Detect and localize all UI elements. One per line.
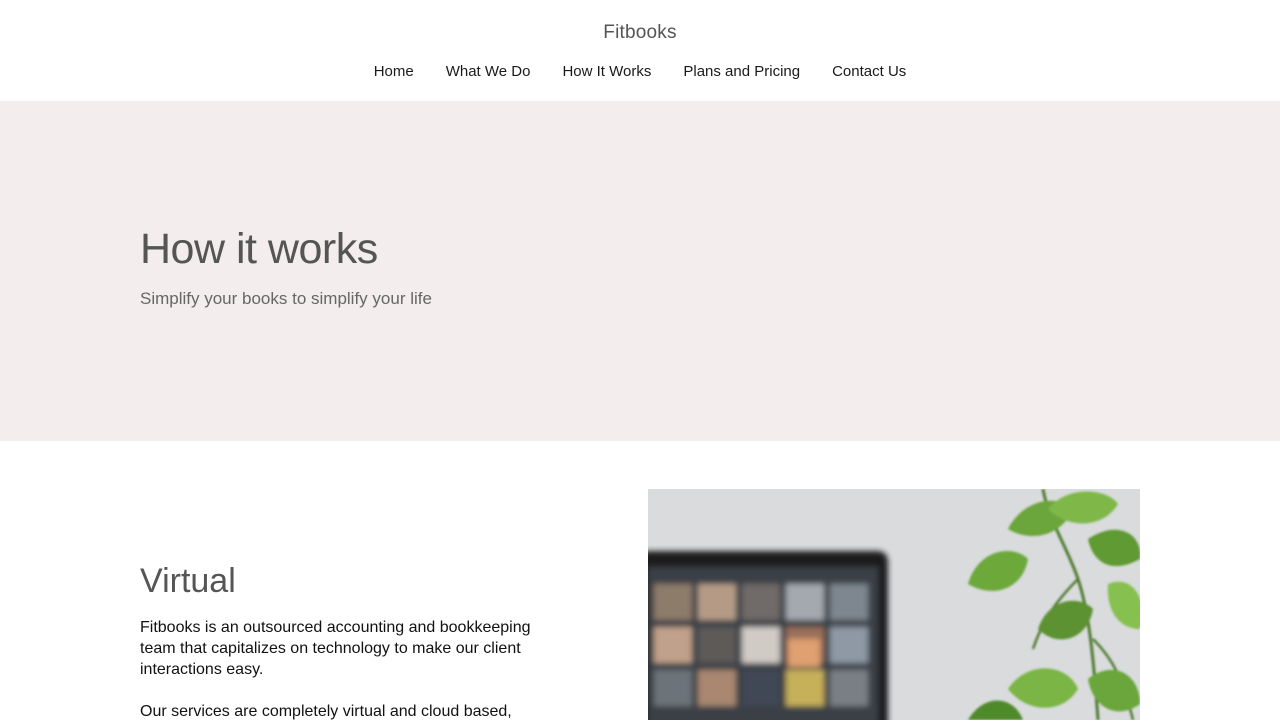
nav-item-what-we-do[interactable]: What We Do	[446, 62, 531, 82]
main-nav: Home What We Do How It Works Plans and P…	[0, 62, 1280, 82]
section-paragraph: Fitbooks is an outsourced accounting and…	[140, 619, 531, 678]
site-header: Fitbooks Home What We Do How It Works Pl…	[0, 0, 1280, 101]
nav-item-how-it-works[interactable]: How It Works	[562, 62, 651, 82]
nav-item-plans-and-pricing[interactable]: Plans and Pricing	[683, 62, 800, 82]
site-title-link[interactable]: Fitbooks	[0, 22, 1280, 44]
hero-title: How it works	[140, 225, 378, 273]
laptop-video-call-with-plant-photo-icon	[648, 489, 1140, 720]
nav-item-home[interactable]: Home	[374, 62, 414, 82]
video-call-photo	[648, 489, 1140, 720]
section-title: Virtual	[140, 562, 236, 600]
hero-subtitle: Simplify your books to simplify your lif…	[140, 289, 432, 308]
section-paragraph: Our services are completely virtual and …	[140, 703, 512, 720]
nav-item-contact-us[interactable]: Contact Us	[832, 62, 906, 82]
hero-banner: How it works Simplify your books to simp…	[0, 101, 1280, 441]
